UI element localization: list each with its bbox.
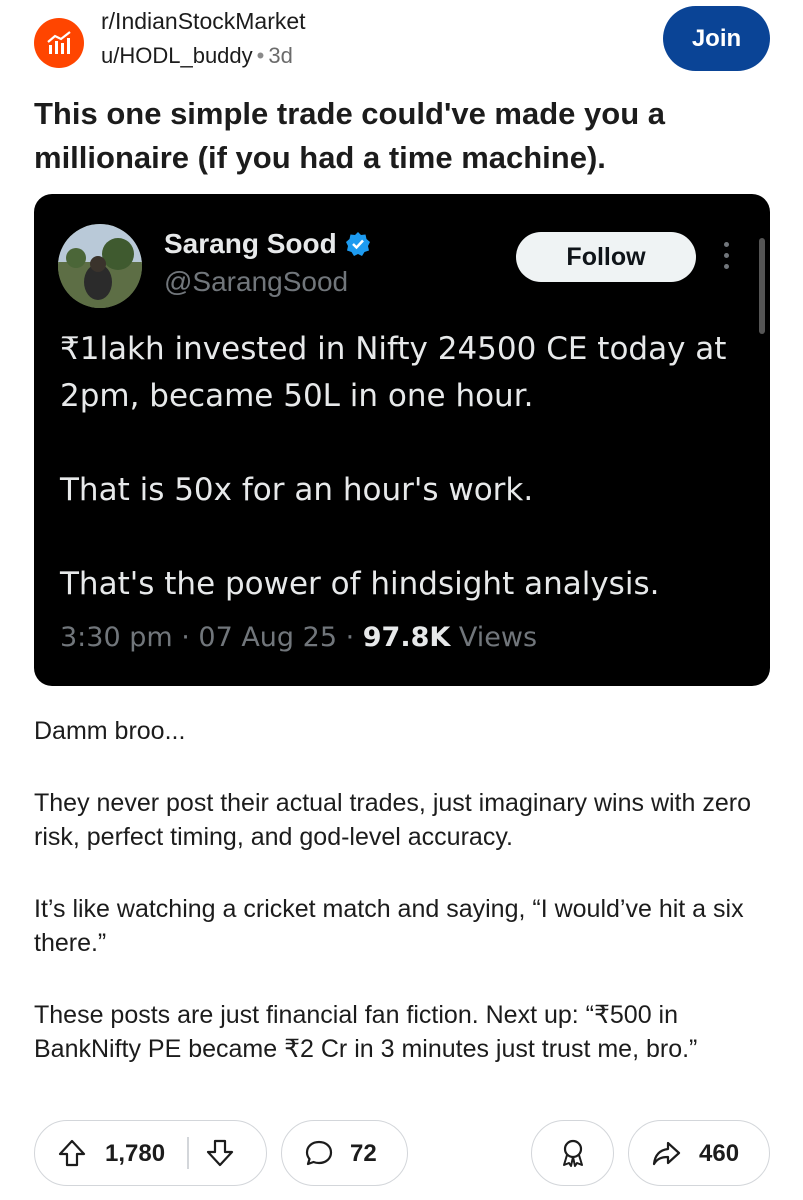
tweet-handle: @SarangSood [164, 266, 349, 297]
vote-control: 1,780 [34, 1120, 267, 1186]
tweet-avatar [58, 224, 142, 308]
meta-separator: • [256, 43, 265, 68]
share-count: 460 [699, 1140, 740, 1167]
post-header: r/IndianStockMarket u/HODL_buddy • 3d Join [0, 0, 803, 80]
comment-icon [305, 1140, 333, 1166]
vote-divider [187, 1137, 189, 1169]
body-paragraph: It’s like watching a cricket match and s… [34, 895, 744, 957]
action-bar: 1,780 72 460 [0, 1120, 803, 1190]
body-paragraph: They never post their actual trades, jus… [34, 789, 751, 851]
tweet-meta: 3:30 pm · 07 Aug 25 · 97.8K Views [60, 622, 537, 653]
tweet-screenshot[interactable]: Sarang Sood @SarangSood Follow ₹1lakh in… [34, 194, 770, 686]
chart-icon [47, 31, 71, 54]
award-icon [562, 1139, 583, 1167]
share-icon [652, 1141, 681, 1166]
body-paragraph: These posts are just financial fan ficti… [34, 1001, 698, 1063]
tweet-views-label: Views [450, 622, 538, 653]
subreddit-avatar[interactable] [34, 18, 84, 68]
join-button[interactable]: Join [663, 6, 770, 71]
tweet-text: ₹1lakh invested in Nifty 24500 CE today … [60, 326, 750, 655]
post-meta: u/HODL_buddy • 3d [101, 43, 293, 69]
comment-count: 72 [350, 1140, 377, 1167]
tweet-paragraph: That's the power of hindsight analysis. [60, 566, 660, 602]
post-title[interactable]: This one simple trade could've made you … [34, 92, 774, 180]
tweet-views-count: 97.8K [362, 622, 451, 653]
award-button[interactable] [531, 1120, 614, 1186]
body-paragraph: Damm broo... [34, 717, 186, 745]
tweet-paragraph: That is 50x for an hour's work. [60, 472, 534, 508]
post-age: 3d [268, 43, 293, 68]
comments-button[interactable]: 72 [281, 1120, 408, 1186]
upvote-icon[interactable] [57, 1138, 87, 1168]
post-body: Damm broo... They never post their actua… [34, 714, 769, 1104]
scrollbar [759, 238, 765, 334]
follow-button: Follow [516, 232, 696, 282]
share-button[interactable]: 460 [628, 1120, 770, 1186]
tweet-timestamp: 3:30 pm · 07 Aug 25 · [60, 622, 363, 653]
subreddit-name[interactable]: r/IndianStockMarket [101, 8, 306, 35]
upvote-count: 1,780 [105, 1140, 166, 1167]
author-name[interactable]: u/HODL_buddy [101, 43, 253, 68]
tweet-author-name: Sarang Sood [164, 228, 371, 260]
tweet-paragraph: ₹1lakh invested in Nifty 24500 CE today … [60, 331, 727, 414]
verified-icon [345, 232, 370, 256]
downvote-icon[interactable] [205, 1138, 235, 1168]
tweet-author-label: Sarang Sood [164, 228, 337, 259]
more-icon [722, 242, 730, 272]
